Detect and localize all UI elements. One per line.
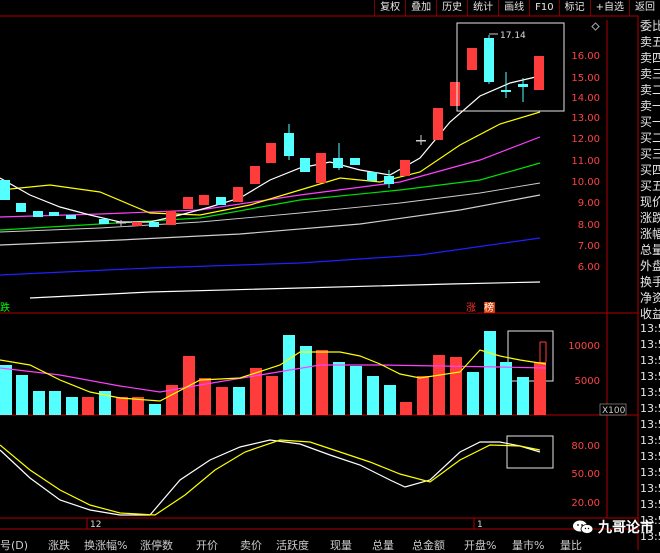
svg-text:9.00: 9.00 — [578, 198, 600, 209]
column-header[interactable]: 卖价 — [240, 537, 262, 553]
column-header[interactable]: 活跃度 — [276, 537, 309, 553]
tick-time: 13:5 — [640, 482, 660, 495]
column-header[interactable]: 开盘% — [464, 537, 496, 553]
tick-time: 13:5 — [640, 466, 660, 479]
list-marker: 榜 — [484, 301, 494, 314]
svg-text:12.00: 12.00 — [571, 134, 600, 145]
quote-label: 买五 — [640, 179, 660, 193]
column-header[interactable]: 涨跌 — [48, 537, 70, 553]
quote-label: 总量 — [640, 243, 660, 257]
column-header[interactable]: 量比 — [560, 537, 582, 553]
watermark-text: 九哥论市 — [598, 520, 654, 536]
svg-text:8.00: 8.00 — [578, 220, 600, 231]
chart-canvas[interactable]: 16.00 15.00 14.00 13.00 12.00 11.00 10.0… — [0, 0, 660, 550]
quote-label: 卖四 — [640, 51, 660, 65]
fall-marker: 跌 — [0, 301, 10, 314]
date-label-12: 12 — [90, 520, 101, 530]
svg-text:7.00: 7.00 — [578, 241, 600, 252]
quote-label: 卖一 — [640, 99, 660, 113]
quote-label: 涨跌 — [640, 211, 660, 225]
quote-label: 买三 — [640, 147, 660, 161]
watermark: 九哥论市 — [572, 517, 654, 537]
quote-label: 卖二 — [640, 83, 660, 97]
column-header[interactable]: 现量 — [330, 537, 352, 553]
svg-text:14.00: 14.00 — [571, 93, 600, 104]
svg-text:80.00: 80.00 — [571, 441, 600, 452]
svg-text:X100: X100 — [602, 406, 626, 416]
quote-label: 收益 — [640, 307, 660, 321]
column-header[interactable]: 开价 — [196, 537, 218, 553]
tick-time: 13:5 — [640, 386, 660, 399]
kd-lines — [0, 439, 541, 516]
svg-text:10000: 10000 — [568, 341, 600, 352]
quote-label: 卖五 — [640, 35, 660, 49]
rise-marker: 涨 — [466, 302, 476, 314]
diamond-icon[interactable] — [591, 22, 600, 31]
column-header[interactable]: 涨停数 — [140, 537, 173, 553]
svg-text:13.00: 13.00 — [571, 113, 600, 124]
svg-text:15.00: 15.00 — [571, 73, 600, 84]
tick-time: 13:5 — [640, 338, 660, 351]
quote-label: 买四 — [640, 163, 660, 177]
kd-axis: 80.00 50.00 20.00 — [571, 441, 600, 509]
tick-time: 13:5 — [640, 370, 660, 383]
tick-time: 13:5 — [640, 402, 660, 415]
kd-highlight-box — [506, 435, 554, 469]
quote-label: 净资 — [640, 291, 660, 305]
quote-label: 买二 — [640, 131, 660, 145]
tick-time: 13:5 — [640, 498, 660, 511]
column-header[interactable]: 量市% — [512, 537, 544, 553]
bottom-column-headers: 号(D) 涨跌 换涨幅% 涨停数 开价 卖价 活跃度 现量 总量 总金额 开盘%… — [0, 537, 660, 553]
column-header[interactable]: 换涨幅% — [84, 537, 127, 553]
quote-label: 卖三 — [640, 67, 660, 81]
tick-time: 13:5 — [640, 322, 660, 335]
column-header[interactable]: 总量 — [372, 537, 394, 553]
quote-label: 委比 — [640, 19, 660, 33]
quote-label: 涨幅 — [640, 227, 660, 241]
tick-time: 13:5 — [640, 434, 660, 447]
price-moving-averages — [0, 75, 541, 299]
column-header[interactable]: 总金额 — [412, 537, 445, 553]
svg-text:17.14: 17.14 — [500, 31, 526, 41]
tick-time: 13:5 — [640, 418, 660, 431]
tick-time: 13:5 — [640, 450, 660, 463]
svg-text:50.00: 50.00 — [571, 469, 600, 480]
svg-text:11.00: 11.00 — [571, 156, 600, 167]
svg-text:5000: 5000 — [575, 376, 600, 387]
quote-label: 现价 — [640, 195, 660, 209]
svg-text:16.00: 16.00 — [571, 51, 600, 62]
svg-text:10.00: 10.00 — [571, 177, 600, 188]
tick-time: 13:5 — [640, 354, 660, 367]
column-header[interactable]: 号(D) — [0, 537, 28, 553]
svg-text:20.00: 20.00 — [571, 498, 600, 509]
date-label-1: 1 — [477, 520, 483, 530]
high-price-label: 17.14 — [489, 31, 526, 41]
volume-axis: 10000 5000 X100 — [568, 341, 627, 416]
quote-label: 换手 — [640, 275, 660, 289]
price-axis: 16.00 15.00 14.00 13.00 12.00 11.00 10.0… — [571, 51, 600, 273]
svg-text:6.00: 6.00 — [578, 262, 600, 273]
wechat-icon — [573, 520, 594, 534]
quote-label: 外盘 — [640, 259, 660, 273]
quote-label: 买一 — [640, 115, 660, 129]
